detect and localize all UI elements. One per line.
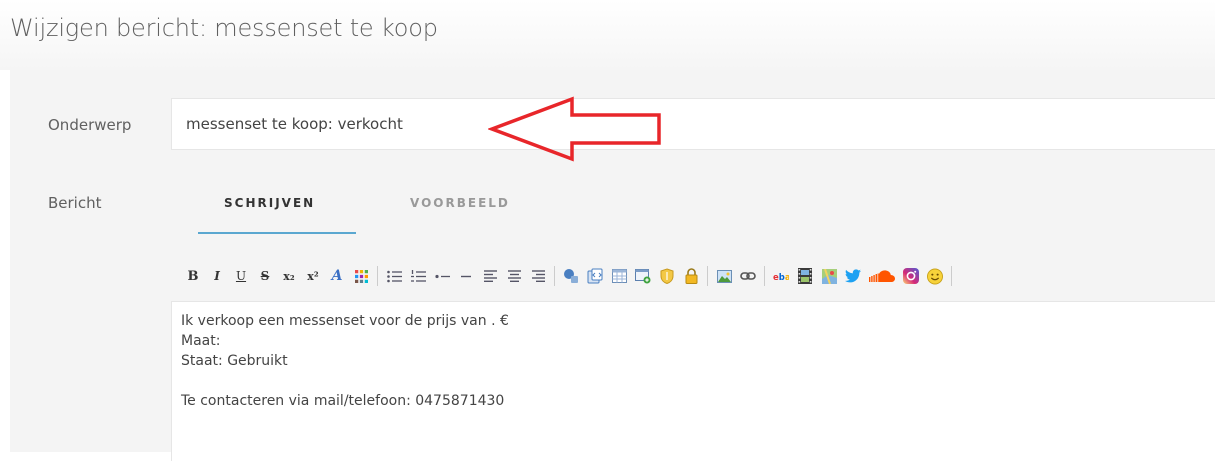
table-icon[interactable] (611, 267, 627, 285)
message-label: Bericht (48, 194, 102, 212)
quote-icon[interactable] (563, 267, 579, 285)
shield-icon[interactable] (659, 267, 675, 285)
subject-label: Onderwerp (48, 116, 132, 134)
align-center-icon[interactable] (506, 267, 522, 285)
subscript-icon[interactable]: x₂ (281, 267, 297, 285)
underline-icon[interactable]: U (233, 267, 249, 285)
annotation-arrow-shape (488, 96, 661, 162)
toolbar-separator (764, 266, 765, 286)
bullet-list-icon[interactable] (386, 267, 402, 285)
editor-line: Staat: Gebruikt (181, 353, 288, 369)
toolbar-separator (951, 266, 952, 286)
page-title: Wijzigen bericht: messenset te koop (10, 14, 438, 42)
soundcloud-icon[interactable] (869, 267, 895, 285)
annotation-arrow (488, 96, 661, 162)
italic-icon[interactable]: I (209, 267, 225, 285)
lock-icon[interactable] (683, 267, 699, 285)
horizontal-rule-icon[interactable] (458, 267, 474, 285)
align-left-icon[interactable] (482, 267, 498, 285)
smiley-icon[interactable] (927, 267, 943, 285)
spoiler-icon[interactable] (635, 267, 651, 285)
toolbar-separator (554, 266, 555, 286)
instagram-icon[interactable] (903, 267, 919, 285)
image-icon[interactable] (716, 267, 732, 285)
message-editor[interactable]: Ik verkoop een messenset voor de prijs v… (171, 301, 1215, 461)
twitter-icon[interactable] (845, 267, 861, 285)
align-right-icon[interactable] (530, 267, 546, 285)
link-icon[interactable] (740, 267, 756, 285)
tab-write[interactable]: SCHRIJVEN (224, 196, 315, 210)
font-color-icon[interactable]: A (329, 267, 345, 285)
bold-icon[interactable]: B (185, 267, 201, 285)
svg-text:ebay: ebay (773, 272, 789, 282)
numbered-list-icon[interactable] (410, 267, 426, 285)
page-header: Wijzigen bericht: messenset te koop (0, 0, 1215, 70)
editor-line: Ik verkoop een messenset voor de prijs v… (181, 313, 509, 329)
subject-input[interactable] (171, 98, 1215, 150)
color-grid-icon[interactable] (353, 267, 369, 285)
editor-line: Te contacteren via mail/telefoon: 047587… (181, 393, 505, 409)
list-item-icon[interactable] (434, 267, 450, 285)
toolbar-separator (377, 266, 378, 286)
tab-preview[interactable]: VOORBEELD (410, 196, 510, 210)
active-tab-indicator (198, 232, 356, 234)
film-icon[interactable] (797, 267, 813, 285)
toolbar-separator (707, 266, 708, 286)
editor-toolbar: B I U S x₂ x² A eb (185, 262, 952, 290)
editor-line: Maat: (181, 333, 221, 349)
strikethrough-icon[interactable]: S (257, 267, 273, 285)
superscript-icon[interactable]: x² (305, 267, 321, 285)
code-icon[interactable] (587, 267, 603, 285)
ebay-icon[interactable]: ebay (773, 267, 789, 285)
map-icon[interactable] (821, 267, 837, 285)
